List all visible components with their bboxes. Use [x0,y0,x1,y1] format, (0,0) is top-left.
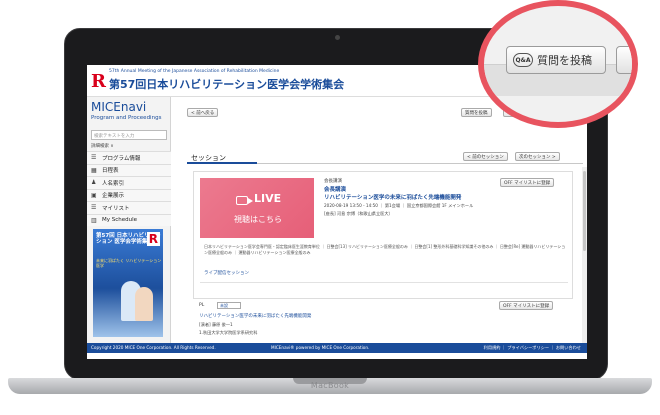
credit-info: 日本リハビリテーション医学会専門医・認定臨床医生涯教育単位 ｜ 日整会[13] … [204,244,566,256]
ask-question-button[interactable]: 質問を投稿 [461,108,492,117]
lecture-code: PL [199,303,205,308]
sidebar-item-exhibits[interactable]: ▣ 企業展示 [87,188,171,201]
sidebar-item-author-index[interactable]: ♟ 人名索引 [87,176,171,189]
poster-subtitle: 未来に羽ばたく リハビリテーション医学 [96,258,162,268]
session-card: LIVE 視聴はこちら 会長講演 会長講演 リハビリテーション医学の未来に羽ばた… [193,171,573,299]
poster-logo: R [146,232,160,246]
sidebar-item-timetable[interactable]: ▦ 日程表 [87,163,171,176]
sidebar-search-input[interactable]: 検索テキストを入力 [91,130,167,140]
exhibit-icon: ▣ [91,191,97,199]
conference-logo[interactable]: R [91,71,106,92]
sidebar-item-label: 人名索引 [102,180,125,187]
sidebar-item-label: プログラム情報 [102,155,141,162]
sidebar-item-label: 企業展示 [102,193,125,200]
copyright-text: Copyright 2020 MICE One Corporation. All… [91,345,216,350]
micenavi-subtitle: Program and Proceedings [91,115,162,121]
sidebar-item-label: My Schedule [102,217,138,224]
schedule-icon: ▥ [91,216,97,224]
scrollbar[interactable] [582,167,587,343]
zoom-callout: Q&A 質問を投稿 [478,0,638,128]
back-button[interactable]: < 前へ戻る [187,108,219,117]
sidebar: MICEnavi Program and Proceedings 検索テキストを… [87,97,171,343]
lecture-status-select[interactable]: 未設 [217,302,241,309]
scrollbar-thumb[interactable] [583,171,586,251]
sidebar-menu: ☰ プログラム情報 ▦ 日程表 ♟ 人名索引 ▣ 企業展示 ☰ マイリスト ▥ … [87,151,171,226]
sidebar-item-label: 日程表 [102,168,119,175]
conference-poster[interactable]: 第57回 日本リハビリテーション 医学会学術集会 R 未来に羽ばたく リハビリテ… [93,229,163,337]
sidebar-item-label: マイリスト [102,205,130,212]
watch-link: 視聴はこちら [234,215,282,224]
ask-question-button-zoomed[interactable]: Q&A 質問を投稿 [506,46,606,74]
sidebar-item-my-schedule[interactable]: ▥ My Schedule [87,213,171,226]
lecture-speaker: [演者] 藤原 俊一1 [199,322,233,327]
camera [335,35,340,40]
micenavi-logo[interactable]: MICEnavi [91,100,146,114]
detail-search-link[interactable]: 詳細検索 ∨ [91,143,114,149]
divider [200,282,568,283]
footer-links[interactable]: 利用規約 ｜ プライバシーポリシー ｜ お問い合わせ [484,345,581,351]
qa-icon: Q&A [513,53,533,67]
site-footer: Copyright 2020 MICE One Corporation. All… [87,343,587,353]
poster-figure-illustration [135,287,153,321]
video-camera-icon [236,196,253,205]
session-title: リハビリテーション医学の未来に羽ばたく先端機能開発 [324,195,462,201]
session-meta: 2020-08-19 13:50 - 14:50 ｜ 第1会場 ｜ 国立京都国際… [324,203,474,208]
device-brand: MacBook [310,381,350,390]
list-icon: ☰ [91,204,97,212]
lecture-title[interactable]: リハビリテーション医学の未来に羽ばたく先端機能開発 [199,313,311,319]
main-content: < 前へ戻る 質問を投稿 > 詳細 セッション < 前のセッション 次のセッショ… [171,97,587,343]
session-kind: 会長講演 [324,179,342,184]
mylist-toggle-button[interactable]: OFF マイリストに登録 [500,178,555,187]
list-icon: ☰ [91,154,97,162]
live-session-link[interactable]: ライブ配信セッション [204,270,249,276]
calendar-icon: ▦ [91,166,97,174]
conference-title-jp[interactable]: 第57回日本リハビリテーション医学会学術集会 [109,76,344,92]
sidebar-item-program[interactable]: ☰ プログラム情報 [87,151,171,164]
ask-question-label: 質問を投稿 [537,54,592,67]
lecture-affiliation: 1.秋田大学大学院医学系研究科 [199,330,258,335]
live-label: LIVE [254,192,282,205]
session-chairs: [座長] 河島 宗博（和歌山県立医大） [324,211,393,216]
powered-by-text: MICEnavi® powered by MICE One Corporatio… [271,345,370,350]
callout-adjacent-button[interactable] [616,46,632,74]
prev-session-button[interactable]: < 前のセッション [463,152,508,161]
tab-active-indicator [187,162,257,164]
person-icon: ♟ [91,179,97,187]
next-session-button[interactable]: 次のセッション > [515,152,560,161]
mylist-toggle-button[interactable]: OFF マイリストに登録 [499,301,554,310]
sidebar-item-mylist[interactable]: ☰ マイリスト [87,201,171,214]
session-label: 会長講演 [324,187,347,193]
lecture-item: PL 未設 リハビリテーション医学の未来に羽ばたく先端機能開発 [演者] 藤原 … [193,301,573,339]
conference-title-en: 57th Annual Meeting of the Japanese Asso… [109,69,280,74]
live-banner[interactable]: LIVE 視聴はこちら [200,178,314,238]
